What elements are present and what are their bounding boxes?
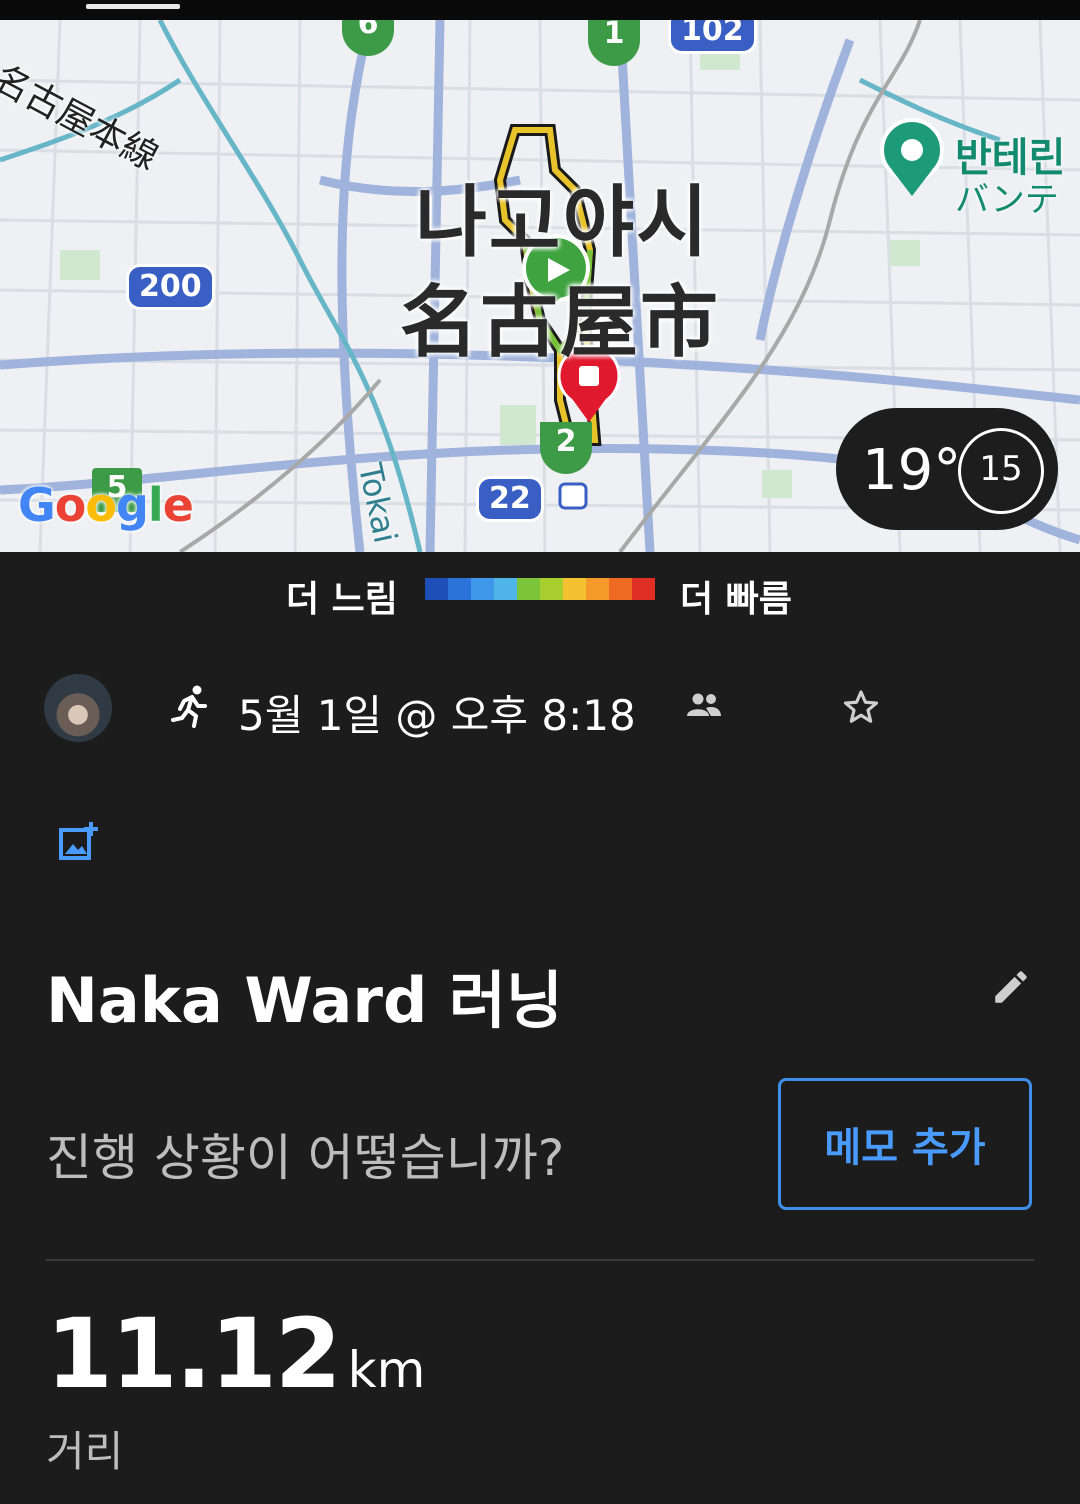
city-label-japanese: 名古屋市 [400, 278, 721, 368]
note-prompt: 진행 상황이 어떻습니까? [46, 1129, 565, 1187]
divider [46, 1259, 1034, 1261]
route-shield-102: 102 [668, 20, 757, 54]
pace-color-segment [517, 578, 540, 600]
pace-color-segment [494, 578, 517, 600]
route-shield-2: 2 [540, 422, 592, 474]
google-logo: Google [18, 478, 194, 532]
route-shield-200: 200 [126, 264, 215, 310]
edit-pencil-icon[interactable] [990, 966, 1032, 1008]
activity-date: 5월 1일 @ 오후 8:18 [238, 691, 636, 740]
distance-stat: 11.12 km [46, 1298, 425, 1410]
route-shield-22: 22 [476, 476, 544, 522]
tab-indicator [86, 4, 180, 9]
pace-gradient-bar [425, 578, 655, 600]
pace-color-segment [448, 578, 471, 600]
pace-color-segment [425, 578, 448, 600]
distance-unit: km [347, 1341, 426, 1399]
pace-fast-label: 더 빠름 [680, 579, 792, 620]
wind-dial-icon: 15 [958, 428, 1044, 514]
star-icon[interactable] [842, 688, 880, 726]
temperature: 19° [862, 438, 962, 503]
pace-color-segment [471, 578, 494, 600]
city-label-korean: 나고야시 [415, 178, 711, 268]
avatar[interactable] [44, 674, 112, 742]
pace-color-segment [540, 578, 563, 600]
run-icon [171, 685, 207, 728]
add-photo-icon[interactable] [58, 822, 102, 862]
top-bar [0, 0, 1080, 20]
place-label-japanese: バンテ [955, 180, 1059, 220]
activity-header: 5월 1일 @ 오후 8:18 [0, 668, 1080, 750]
distance-label: 거리 [46, 1427, 124, 1476]
pace-legend: 더 느림 더 빠름 [0, 568, 1080, 620]
weather-badge[interactable]: 19° 15 [836, 408, 1058, 530]
wind-value: 15 [979, 449, 1023, 489]
add-note-button[interactable]: 메모 추가 [778, 1078, 1032, 1210]
pace-color-segment [563, 578, 586, 600]
pace-color-segment [632, 578, 655, 600]
pace-color-segment [586, 578, 609, 600]
place-marker [880, 118, 944, 196]
route-map[interactable]: 나고야시 名古屋市 名古屋本線 Tokai 반테린 バンテ 200 22 102… [0, 20, 1080, 552]
group-icon[interactable] [686, 692, 722, 718]
activity-title[interactable]: Naka Ward 러닝 [46, 950, 563, 1040]
distance-value: 11.12 [46, 1298, 342, 1410]
pace-color-segment [609, 578, 632, 600]
pace-slow-label: 더 느림 [286, 579, 398, 620]
